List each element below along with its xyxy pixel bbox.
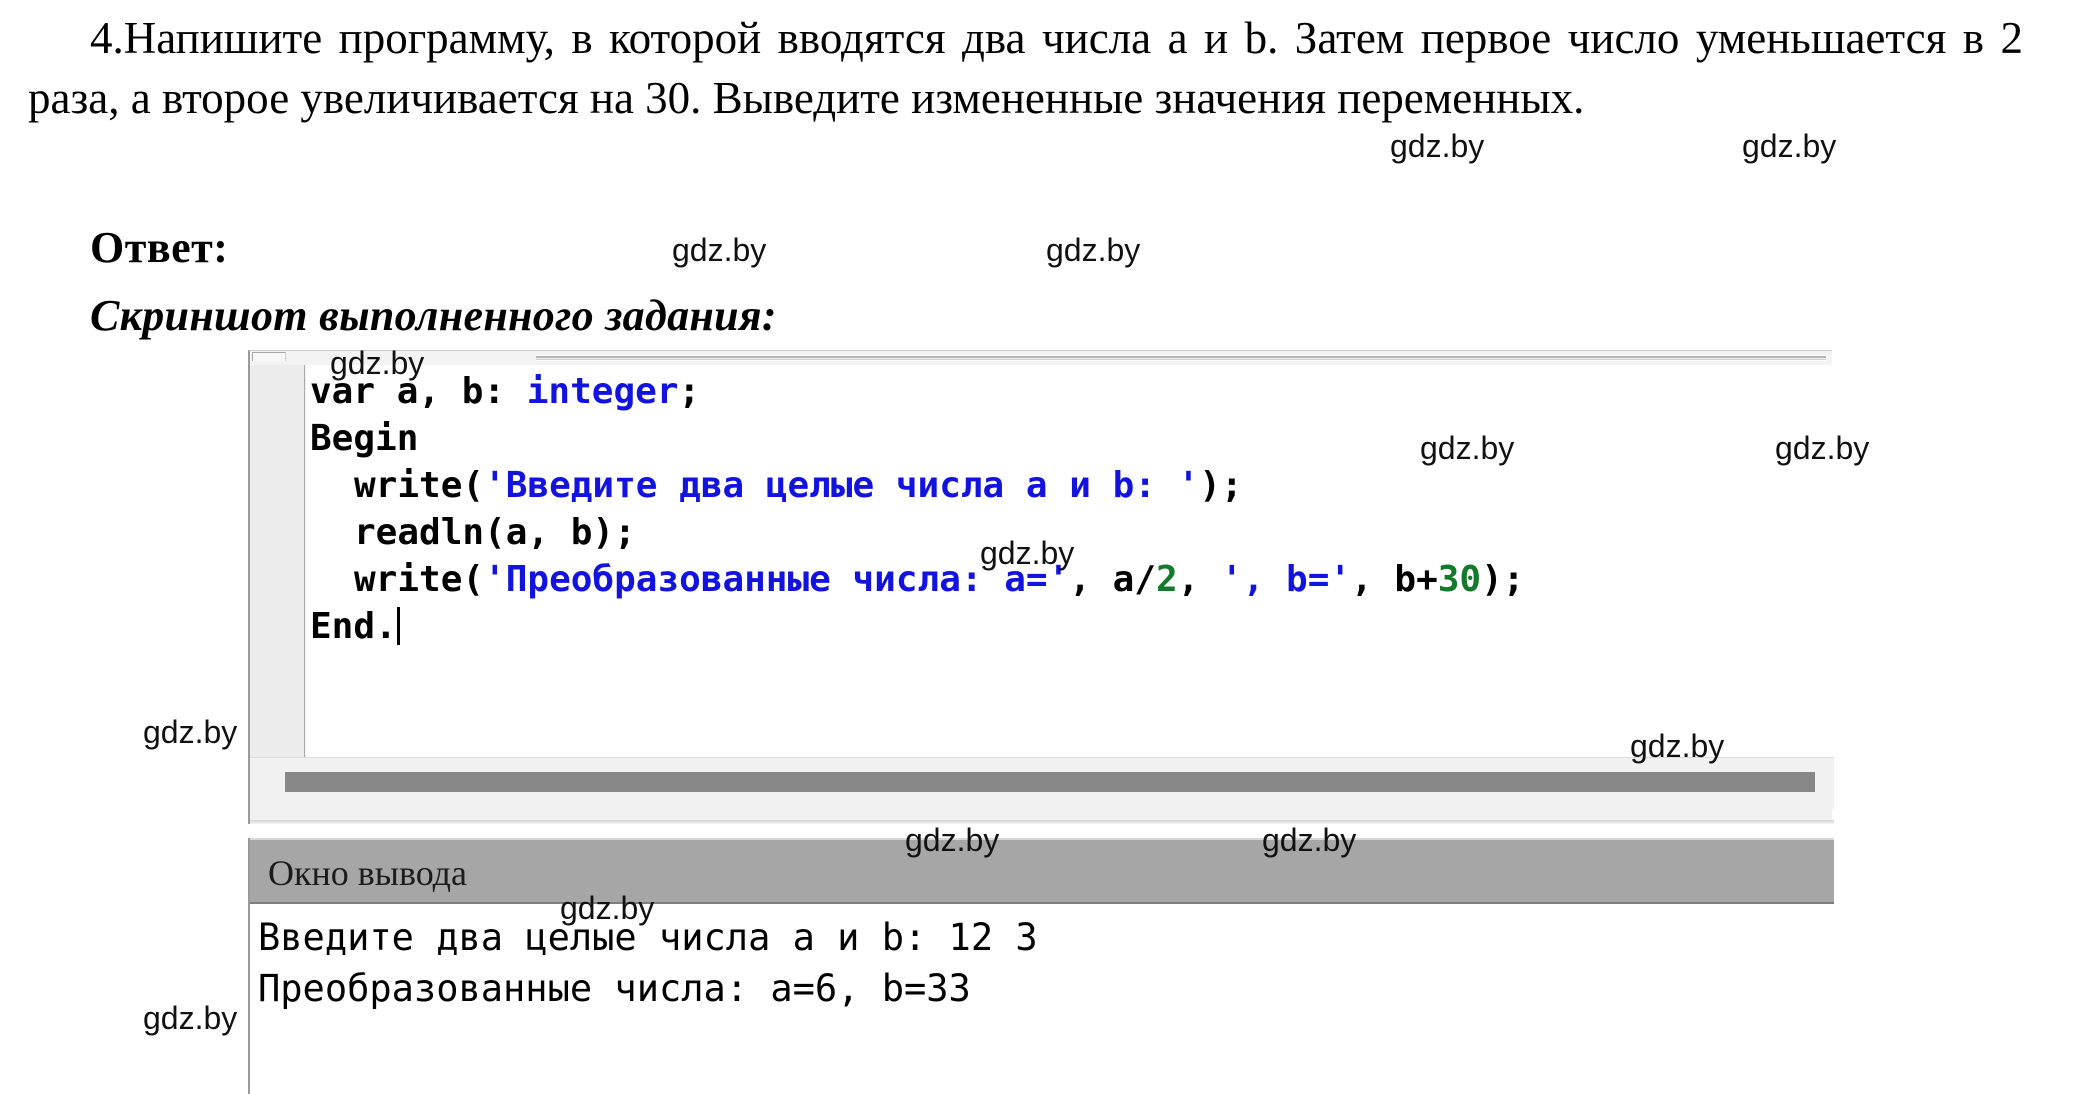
code-token-type: integer xyxy=(526,371,679,412)
code-token-num: 2 xyxy=(1155,559,1178,600)
editor-code-area[interactable]: var a, b: integer; Begin write('Введите дв… xyxy=(306,365,1834,757)
code-line: write('Введите два целые числа a и b: ')… xyxy=(306,462,1834,509)
watermark: gdz.by xyxy=(1046,232,1141,268)
editor-gutter[interactable] xyxy=(250,365,305,757)
editor-horizontal-scrollbar[interactable] xyxy=(250,757,1834,809)
code-token-plain: ); xyxy=(1199,465,1243,506)
code-token-plain: ; xyxy=(678,371,701,412)
code-token-plain: write( xyxy=(354,559,485,600)
text-caret xyxy=(396,607,400,645)
code-line: End. xyxy=(306,603,1834,650)
answer-label: Ответ: xyxy=(90,223,229,272)
code-token-kw: Begin xyxy=(310,418,419,459)
code-token-str: ', b=' xyxy=(1221,559,1352,600)
output-line: Преобразованные числа: a=6, b=33 xyxy=(258,967,971,1010)
code-token-plain: readln(a, b); xyxy=(354,512,636,553)
editor-top-divider xyxy=(536,355,1826,361)
code-line: Begin xyxy=(306,415,1834,462)
code-token-kw: End. xyxy=(310,606,397,647)
watermark: gdz.by xyxy=(143,1000,238,1036)
output-panel-header: Окно вывода xyxy=(250,838,1834,904)
code-token-plain: write( xyxy=(354,465,485,506)
output-panel-title: Окно вывода xyxy=(268,853,467,893)
watermark: gdz.by xyxy=(672,232,767,268)
screenshot-caption: Скриншот выполненного задания: xyxy=(90,291,777,340)
editor-bottom-edge xyxy=(250,820,1834,824)
output-text-area[interactable]: Введите два целые числа a и b: 12 3 Преоб… xyxy=(250,904,1834,1094)
code-token-plain: , b+ xyxy=(1351,559,1438,600)
code-token-num: 30 xyxy=(1437,559,1482,600)
code-line: write('Преобразованные числа: a=', a/2 , … xyxy=(306,556,1834,603)
task-paragraph: 4.Напишите программу, в которой вводятся… xyxy=(28,13,2023,124)
code-token-str: 'Преобразованные числа: a=' xyxy=(484,559,1070,600)
code-line: var a, b: integer; xyxy=(306,368,1834,415)
code-editor-window: var a, b: integer; Begin write('Введите дв… xyxy=(248,350,1834,824)
code-token-plain: ); xyxy=(1481,559,1525,600)
code-token-str: 'Введите два целые числа a и b: ' xyxy=(484,465,1200,506)
code-token-plain: , a/ xyxy=(1069,559,1156,600)
watermark: gdz.by xyxy=(1390,128,1485,164)
output-line: Введите два целые числа a и b: 12 3 xyxy=(258,916,1038,959)
editor-tab-corner[interactable] xyxy=(252,352,286,361)
editor-top-strip xyxy=(250,351,1832,365)
output-panel: Окно вывода Введите два целые числа a и … xyxy=(248,838,1834,1094)
watermark: gdz.by xyxy=(143,714,238,750)
code-line: readln(a, b); xyxy=(306,509,1834,556)
code-token-plain: , xyxy=(1177,559,1221,600)
code-token-plain: var a, b: xyxy=(310,371,527,412)
watermark: gdz.by xyxy=(1742,128,1837,164)
scrollbar-thumb[interactable] xyxy=(285,772,1815,792)
